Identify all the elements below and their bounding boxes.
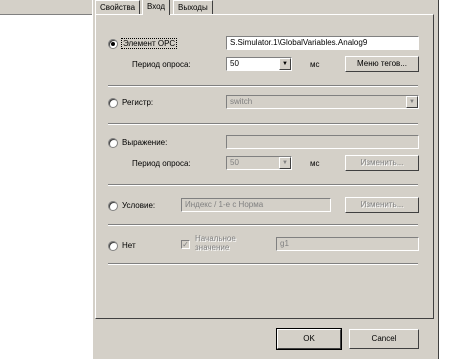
expression-period-label: Период опроса: (132, 159, 191, 168)
tab-properties[interactable]: Свойства (95, 0, 141, 14)
register-radio-label[interactable]: Регистр: (122, 98, 153, 107)
separator (108, 184, 418, 186)
separator (108, 263, 418, 265)
chevron-down-icon[interactable]: ▼ (279, 58, 291, 70)
opc-period-value: 50 (230, 59, 239, 68)
properties-dialog: Свойства Вход Выходы Элемент OPC S.Simul… (92, 0, 439, 359)
opc-period-label: Период опроса: (132, 60, 191, 69)
initial-value-label-line2: значение (195, 243, 230, 252)
chevron-down-icon[interactable]: ▼ (279, 157, 291, 169)
ok-button[interactable]: OK (276, 328, 342, 350)
chevron-down-icon[interactable]: ▼ (406, 96, 418, 108)
register-value: switch (230, 97, 253, 106)
expression-period-combo[interactable]: 50 ▼ (226, 156, 292, 170)
opc-radio-label[interactable]: Элемент OPC (120, 38, 178, 49)
tab-input[interactable]: Вход (142, 0, 171, 15)
none-radio-label[interactable]: Нет (122, 241, 136, 250)
condition-field[interactable]: Индекс / 1-е с Норма (181, 198, 331, 212)
separator (108, 224, 418, 226)
input-tab-panel: Элемент OPC S.Simulator.1\GlobalVariable… (95, 14, 434, 319)
initial-value-checkbox[interactable]: ✓ (181, 240, 190, 249)
tags-menu-button[interactable]: Меню тегов... (345, 56, 419, 72)
expression-radio-label[interactable]: Выражение: (122, 138, 167, 147)
expression-edit-button[interactable]: Изменить... (345, 155, 419, 171)
register-combo[interactable]: switch ▼ (226, 95, 419, 109)
condition-edit-button[interactable]: Изменить... (345, 197, 419, 213)
expression-period-unit: мс (310, 159, 320, 168)
initial-value-field[interactable]: g1 (276, 237, 419, 251)
register-radio[interactable] (108, 98, 118, 108)
tab-outputs-label: Выходы (178, 3, 208, 12)
expression-period-value: 50 (230, 158, 239, 167)
tab-properties-label: Свойства (100, 3, 136, 12)
opc-radio[interactable] (108, 39, 118, 49)
separator (108, 123, 418, 125)
opc-period-unit: мс (310, 60, 320, 69)
none-radio[interactable] (108, 241, 118, 251)
opc-item-field[interactable]: S.Simulator.1\GlobalVariables.Analog9 (226, 36, 419, 50)
opc-period-combo[interactable]: 50 ▼ (226, 57, 292, 71)
cancel-button[interactable]: Cancel (349, 329, 419, 349)
separator (108, 85, 418, 87)
background-window-strip (0, 0, 93, 15)
initial-value-label: Начальное значение (195, 234, 236, 252)
tab-outputs[interactable]: Выходы (173, 0, 213, 14)
expression-field[interactable] (226, 135, 419, 149)
initial-value-label-line1: Начальное (195, 234, 236, 243)
expression-radio[interactable] (108, 138, 118, 148)
tab-input-label: Вход (147, 2, 166, 11)
condition-radio[interactable] (108, 201, 118, 211)
condition-radio-label[interactable]: Условие: (122, 201, 155, 210)
